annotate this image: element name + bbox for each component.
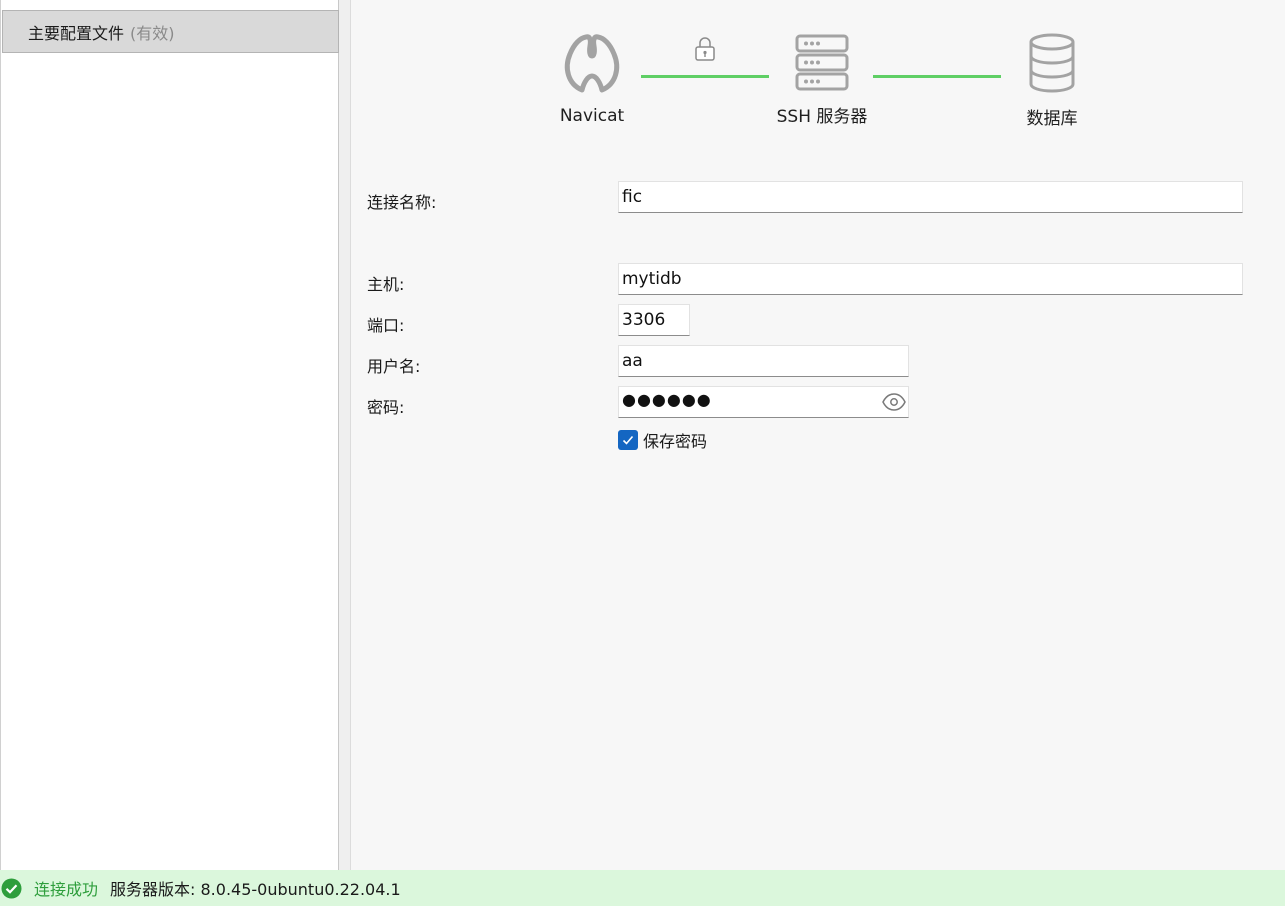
username-input[interactable] [618,345,909,377]
diagram-node-ssh: SSH 服务器 [767,32,877,127]
save-password-label: 保存密码 [643,432,708,451]
diagram-label-database: 数据库 [1026,109,1078,129]
connection-line-ssh-db [873,75,1001,78]
password-label: 密码: [367,398,405,417]
navicat-logo-icon [564,34,620,93]
port-label: 端口: [367,316,405,335]
main-panel: Navicat SSH 服务器 数据库 连接名称: fic 主机: mytidb… [352,0,1285,870]
profile-status: (有效) [130,23,175,43]
check-circle-icon [1,878,22,898]
profile-item-main[interactable]: 主要配置文件 (有效) [2,10,339,53]
save-password-checkbox[interactable]: 保存密码 [618,428,707,452]
password-masked-value: ●●●●●● [622,390,712,409]
connection-window: 主要配置文件 (有效) Navicat SSH 服务器 数据库 连接名称: fi… [0,0,1285,906]
profile-sidebar: 主要配置文件 (有效) [0,0,339,870]
connection-name-label: 连接名称: [367,193,437,212]
server-version-text: 服务器版本: 8.0.45-0ubuntu0.22.04.1 [110,880,401,899]
diagram-label-navicat: Navicat [559,106,625,126]
profile-name: 主要配置文件 [28,23,125,43]
checkbox-checked[interactable] [618,430,638,450]
port-input[interactable] [618,304,690,336]
checkmark-icon [622,435,634,445]
password-input[interactable]: ●●●●●● [618,386,909,418]
database-icon [1029,33,1075,93]
diagram-node-navicat: Navicat [547,32,637,126]
host-input[interactable] [618,263,1243,295]
status-bar: 连接成功 服务器版本: 8.0.45-0ubuntu0.22.04.1 [0,870,1285,906]
connection-line-navicat-ssh [641,75,769,78]
host-label: 主机: [367,275,405,294]
server-icon [795,34,849,91]
sidebar-splitter[interactable] [339,0,351,870]
connection-name-input[interactable] [618,181,1243,213]
username-label: 用户名: [367,357,421,376]
connection-status-message: 连接成功 [34,880,99,899]
lock-icon [695,37,715,61]
diagram-node-database: 数据库 [1012,32,1092,129]
eye-icon[interactable] [882,391,906,413]
diagram-label-ssh: SSH 服务器 [776,107,868,127]
